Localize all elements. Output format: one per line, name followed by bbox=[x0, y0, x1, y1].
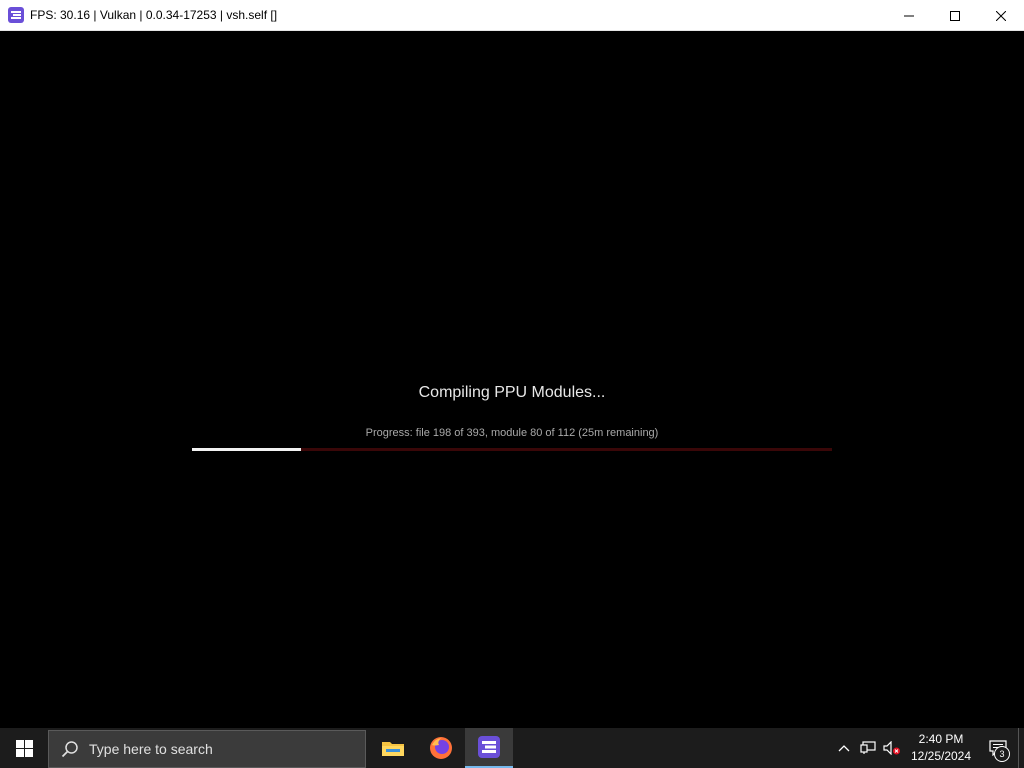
start-button[interactable] bbox=[0, 728, 48, 768]
progress-details: Progress: file 198 of 393, module 80 of … bbox=[365, 427, 659, 439]
search-icon bbox=[61, 740, 79, 758]
compile-status-title: Compiling PPU Modules... bbox=[418, 384, 606, 401]
window-title: FPS: 30.16 | Vulkan | 0.0.34-17253 | vsh… bbox=[30, 8, 278, 22]
close-button[interactable] bbox=[978, 0, 1024, 31]
game-viewport: Compiling PPU Modules... Progress: file … bbox=[0, 31, 1024, 728]
clock-time: 2:40 PM bbox=[918, 732, 964, 746]
minimize-button[interactable] bbox=[886, 0, 932, 31]
firefox-icon bbox=[430, 737, 452, 759]
rpcs3-window: FPS: 30.16 | Vulkan | 0.0.34-17253 | vsh… bbox=[0, 0, 1024, 728]
windows-logo-icon bbox=[15, 739, 33, 757]
search-placeholder: Type here to search bbox=[89, 740, 213, 757]
title-bar[interactable]: FPS: 30.16 | Vulkan | 0.0.34-17253 | vsh… bbox=[0, 0, 1024, 31]
taskbar-rpcs3[interactable] bbox=[465, 728, 513, 768]
taskbar: Type here to search 2:40 PM 12/25/2024 3 bbox=[0, 728, 1024, 768]
progress-bar bbox=[192, 448, 832, 451]
action-center-button[interactable]: 3 bbox=[978, 728, 1018, 768]
file-explorer-icon bbox=[382, 742, 404, 756]
maximize-icon bbox=[950, 10, 960, 21]
notification-count-badge: 3 bbox=[994, 746, 1010, 762]
rpcs3-icon bbox=[8, 7, 24, 23]
close-icon bbox=[996, 10, 1006, 21]
network-icon bbox=[860, 741, 876, 754]
rpcs3-icon bbox=[478, 736, 500, 758]
chevron-up-icon bbox=[838, 745, 850, 752]
taskbar-file-explorer[interactable] bbox=[369, 728, 417, 768]
system-tray: 2:40 PM 12/25/2024 3 bbox=[832, 728, 1024, 768]
volume-button[interactable] bbox=[880, 728, 904, 768]
progress-bar-fill bbox=[192, 448, 301, 451]
minimize-icon bbox=[904, 15, 914, 16]
clock-date: 12/25/2024 bbox=[910, 749, 972, 763]
taskbar-firefox[interactable] bbox=[417, 728, 465, 768]
show-desktop-button[interactable] bbox=[1018, 728, 1024, 768]
volume-muted-icon bbox=[883, 741, 900, 755]
maximize-button[interactable] bbox=[932, 0, 978, 31]
taskbar-search-box[interactable]: Type here to search bbox=[48, 729, 366, 768]
taskbar-clock[interactable]: 2:40 PM 12/25/2024 bbox=[904, 731, 978, 765]
network-button[interactable] bbox=[856, 728, 880, 768]
show-hidden-icons-button[interactable] bbox=[832, 728, 856, 768]
